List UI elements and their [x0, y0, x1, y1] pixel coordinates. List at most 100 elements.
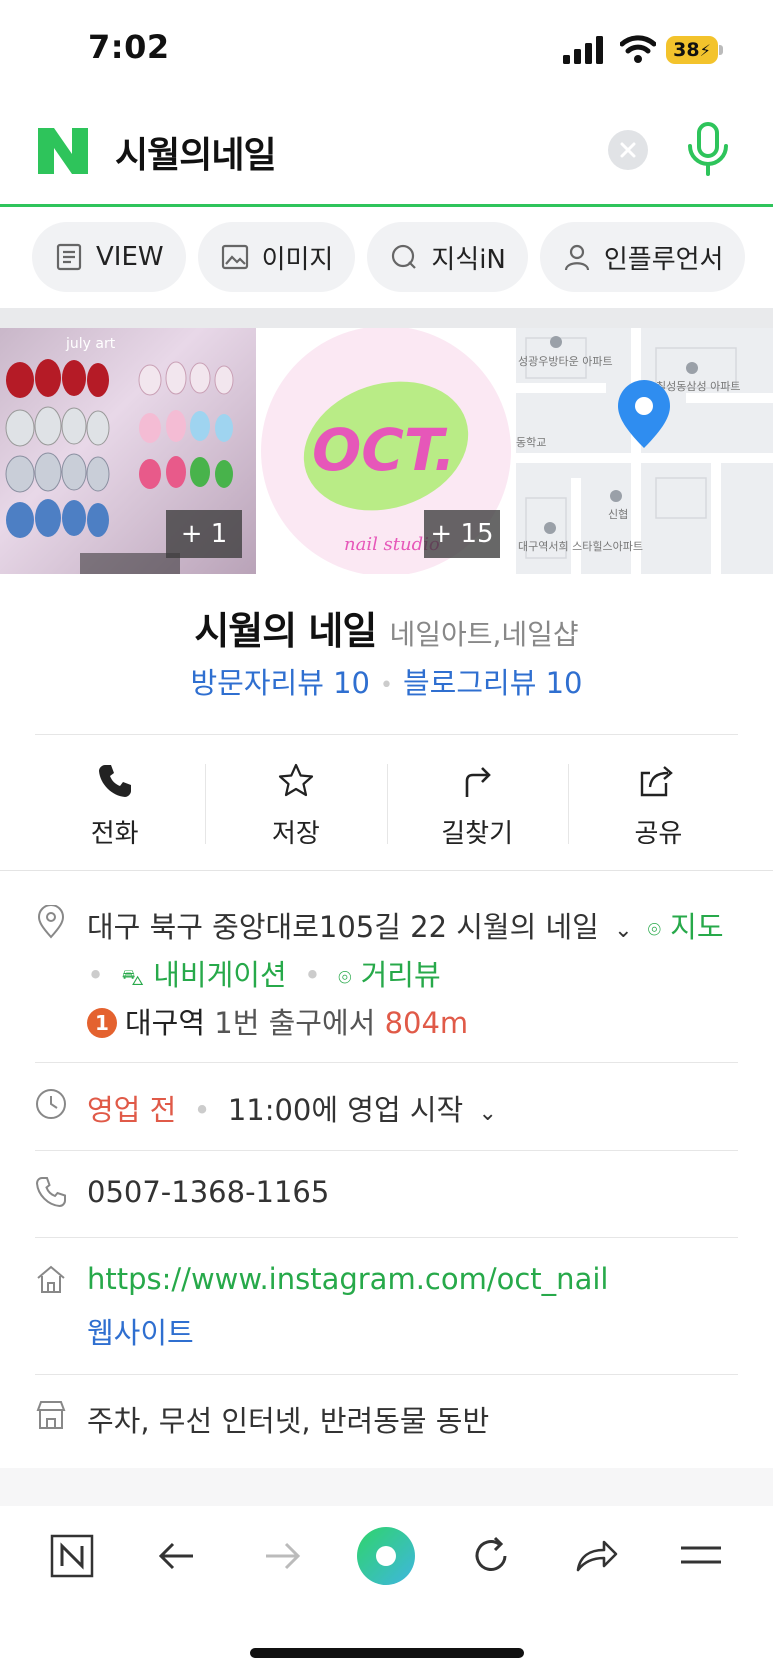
address-links-row: • ⛍ 내비게이션 • ⌾ 거리뷰: [87, 952, 441, 994]
station-row: 1 대구역 1번 출구에서 804m: [87, 1000, 468, 1042]
qna-icon: [392, 244, 417, 269]
photo-logo[interactable]: OCT. nail studio + 15: [258, 328, 514, 574]
search-tabs: VIEW 이미지 지식iN 인플루언서: [0, 222, 773, 292]
chevron-down-icon[interactable]: ⌄: [478, 1101, 496, 1126]
address-row: 대구 북구 중앙대로105길 22 시월의 네일 ⌄ ⌾ 지도: [87, 904, 724, 946]
naver-home-button[interactable]: [42, 1526, 102, 1586]
browser-toolbar: [0, 1506, 773, 1606]
map-label: 대구역서희 스타힐스아파트: [518, 540, 643, 553]
arrow-right-icon: [265, 1542, 300, 1570]
phone-icon: [35, 1177, 66, 1208]
menu-button[interactable]: [671, 1526, 731, 1586]
car-icon: ⛍: [121, 966, 145, 991]
blog-reviews-link[interactable]: 블로그리뷰 10: [403, 666, 583, 700]
clock-icon: [36, 1089, 66, 1119]
refresh-icon: [475, 1536, 507, 1571]
tab-kin[interactable]: 지식iN: [367, 222, 528, 292]
battery-cap: [719, 45, 723, 55]
tab-image[interactable]: 이미지: [197, 222, 356, 292]
share-page-button[interactable]: [566, 1526, 626, 1586]
navigation-link[interactable]: ⛍ 내비게이션: [121, 958, 286, 992]
wifi-icon: [620, 35, 656, 63]
map-label: 신협: [608, 508, 628, 521]
tab-influencer[interactable]: 인플루언서: [539, 222, 746, 292]
share-icon: [641, 765, 674, 796]
save-button[interactable]: 저장: [205, 750, 386, 860]
review-links: 방문자리뷰 10 • 블로그리뷰 10: [0, 660, 773, 702]
store-icon: [36, 1401, 66, 1429]
map-label: 칠성동삼성 아파트: [656, 380, 740, 393]
tab-view-label: VIEW: [96, 242, 164, 272]
separator-dot: •: [303, 958, 321, 992]
hours-text: 11:00에 영업 시작: [227, 1093, 464, 1127]
document-icon: [56, 243, 82, 271]
website-label[interactable]: 웹사이트: [87, 1310, 194, 1352]
battery-level: 38: [673, 39, 700, 61]
map-link[interactable]: ⌾ 지도: [648, 910, 724, 944]
phone-number[interactable]: 0507-1368-1165: [87, 1175, 329, 1209]
naver-n-icon: [51, 1534, 94, 1578]
share-button[interactable]: 공유: [567, 750, 749, 860]
star-icon: [278, 763, 313, 796]
refresh-button[interactable]: [461, 1526, 521, 1586]
clear-search-button[interactable]: [608, 130, 648, 170]
divider: [35, 1062, 738, 1063]
green-dot-button[interactable]: [356, 1526, 416, 1586]
close-icon: [620, 142, 636, 158]
station-exit: 1번 출구에서: [214, 1006, 376, 1040]
divider: [35, 1150, 738, 1151]
chevron-down-icon[interactable]: ⌄: [614, 918, 632, 943]
tab-image-label: 이미지: [261, 244, 334, 275]
map-thumbnail[interactable]: 성광우방타운 아파트 칠성동삼성 아파트 동학교 신협 대구역서희 스타힐스아파…: [516, 328, 773, 574]
directions-button[interactable]: 길찾기: [386, 750, 568, 860]
streetview-link[interactable]: ⌾ 거리뷰: [338, 958, 440, 992]
section-separator: [0, 308, 773, 328]
divider: [35, 1374, 738, 1375]
place-category: 네일아트,네일샵: [389, 618, 579, 651]
signal-icon: [563, 36, 603, 64]
place-header: 시월의 네일 네일아트,네일샵: [0, 600, 773, 655]
home-indicator[interactable]: [250, 1648, 524, 1658]
directions-icon: [465, 766, 491, 797]
place-name[interactable]: 시월의 네일: [194, 609, 377, 653]
station-name: 대구역: [125, 1006, 206, 1040]
divider: [35, 734, 738, 735]
amenities-text: 주차, 무선 인터넷, 반려동물 동반: [87, 1404, 490, 1438]
photo-caption: july art: [65, 336, 116, 352]
directions-label: 길찾기: [441, 818, 513, 849]
save-label: 저장: [271, 818, 320, 849]
home-icon: [37, 1265, 65, 1293]
share-arrow-icon: [576, 1540, 618, 1572]
address-text[interactable]: 대구 북구 중앙대로105길 22 시월의 네일: [87, 910, 599, 944]
hours-status: 영업 전: [87, 1093, 177, 1127]
map-label: 성광우방타운 아파트: [518, 355, 613, 368]
menu-icon: [680, 1546, 721, 1564]
microphone-icon[interactable]: [684, 122, 732, 178]
naver-logo-icon[interactable]: [38, 128, 88, 174]
separator-dot: •: [87, 958, 105, 992]
image-icon: [221, 244, 248, 270]
map-label: 동학교: [516, 436, 546, 449]
forward-button[interactable]: [252, 1526, 312, 1586]
pin-icon: ⌾: [338, 966, 352, 991]
status-time: 7:02: [88, 28, 170, 66]
call-button[interactable]: 전화: [24, 750, 205, 860]
pin-icon: ⌾: [647, 918, 661, 943]
share-label: 공유: [634, 818, 683, 849]
search-input[interactable]: 시월의네일: [115, 126, 277, 178]
tab-view[interactable]: VIEW: [32, 222, 186, 292]
website-url[interactable]: https://www.instagram.com/oct_nail: [87, 1262, 608, 1296]
visitor-reviews-link[interactable]: 방문자리뷰 10: [190, 666, 370, 700]
station-distance: 804m: [384, 1006, 469, 1040]
call-label: 전화: [90, 818, 139, 849]
streetview-label: 거리뷰: [360, 958, 441, 992]
navigation-label: 내비게이션: [153, 958, 287, 992]
back-button[interactable]: [147, 1526, 207, 1586]
logo-text: OCT.: [312, 416, 456, 484]
separator-dot: •: [193, 1093, 211, 1127]
hours-row[interactable]: 영업 전 • 11:00에 영업 시작 ⌄: [87, 1087, 497, 1129]
section-separator: [0, 1468, 773, 1506]
photo-nails[interactable]: july art + 1: [0, 328, 256, 574]
subway-line-badge: 1: [87, 1008, 117, 1038]
person-icon: [564, 244, 589, 271]
